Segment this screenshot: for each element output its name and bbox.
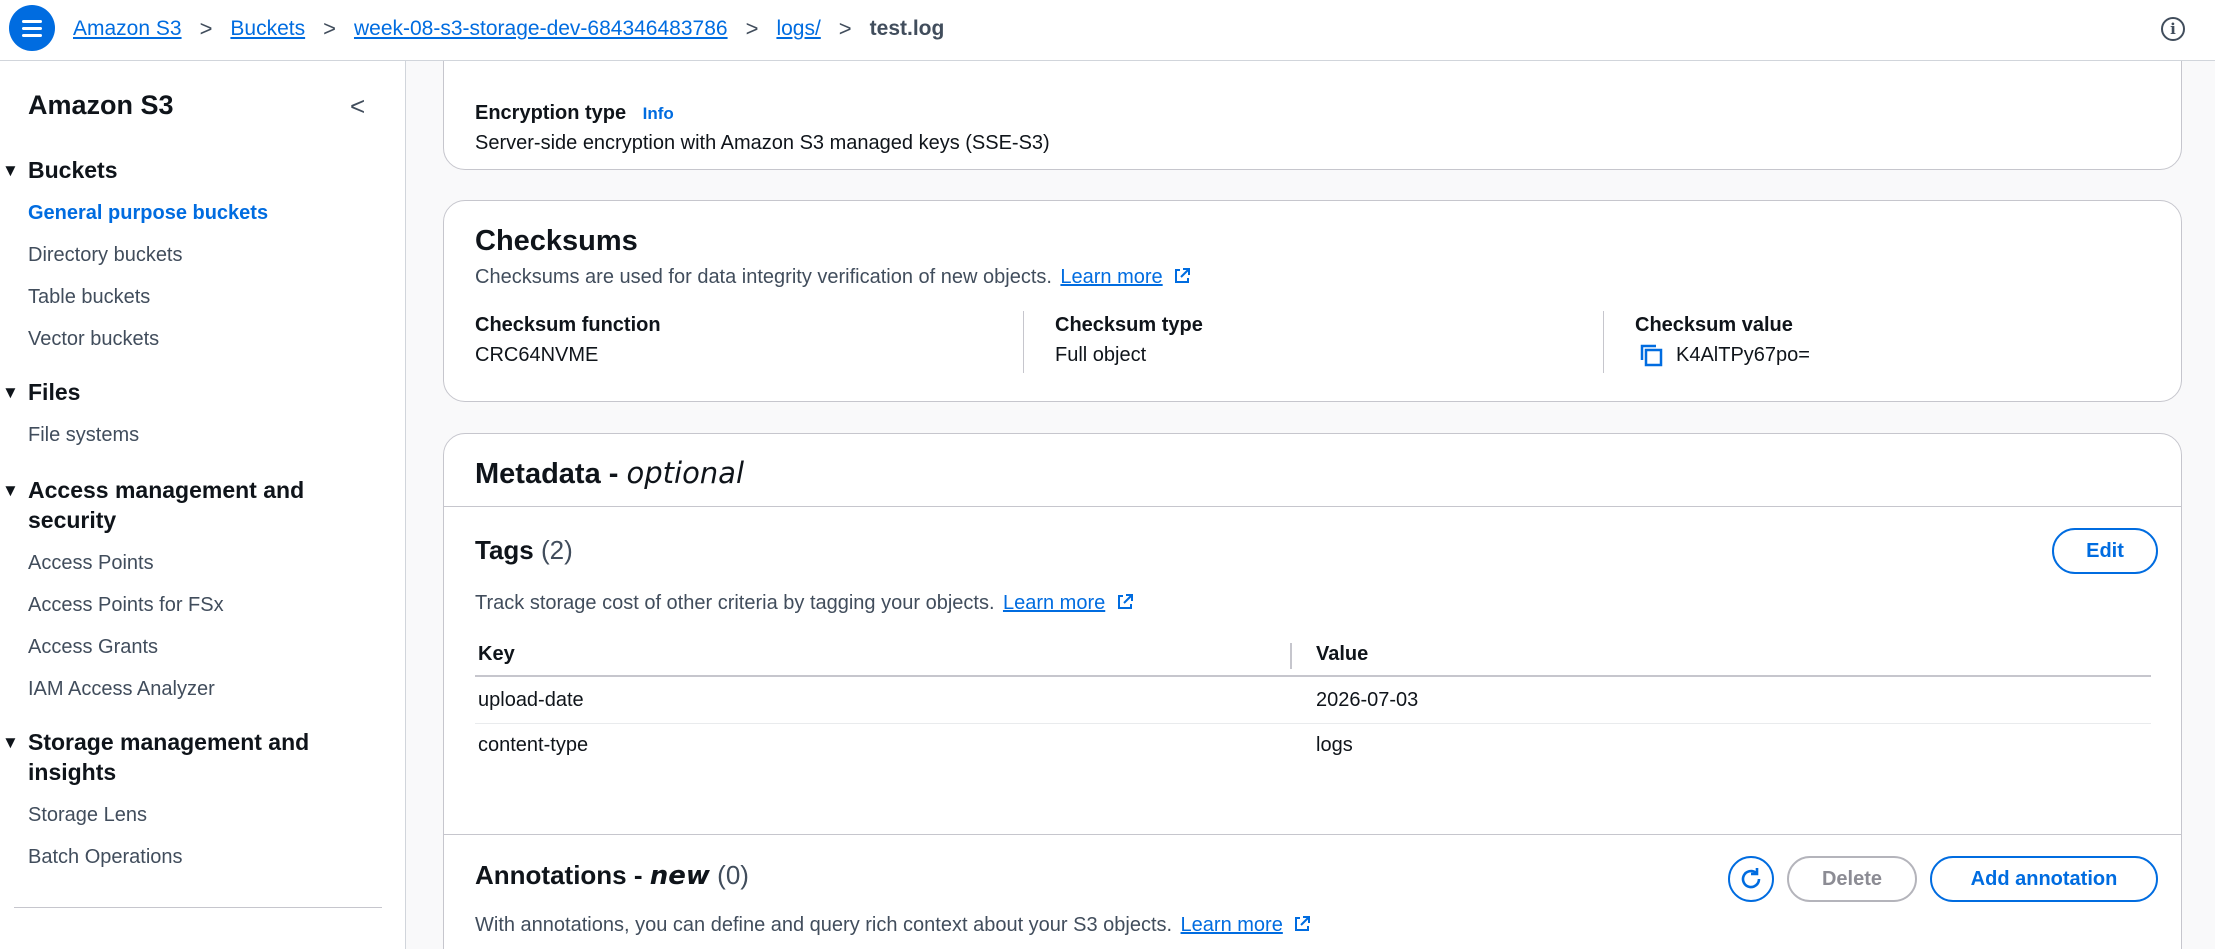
copy-icon[interactable] xyxy=(1638,342,1664,368)
breadcrumb: Amazon S3 > Buckets > week-08-s3-storage… xyxy=(73,16,944,42)
checksum-function-value: CRC64NVME xyxy=(475,344,599,366)
external-link-icon xyxy=(1117,594,1133,609)
sidebar-item-access-points-fsx[interactable]: Access Points for FSx xyxy=(28,594,224,617)
main-content: Encryption type Info Server-side encrypt… xyxy=(407,61,2215,949)
sidebar-item-vector-buckets[interactable]: Vector buckets xyxy=(28,328,159,351)
breadcrumb-current: test.log xyxy=(869,17,945,40)
sidebar: Amazon S3 < ▼ Buckets General purpose buc… xyxy=(0,61,406,949)
chevron-right-icon: > xyxy=(838,16,852,41)
table-row: content-type logs xyxy=(475,724,2151,769)
tags-title: Tags (2) xyxy=(475,535,573,565)
tags-learn-more-link[interactable]: Learn more xyxy=(1003,592,1105,614)
tag-key: content-type xyxy=(478,734,589,756)
top-breadcrumb-bar: Amazon S3 > Buckets > week-08-s3-storage… xyxy=(0,0,2215,61)
chevron-right-icon: > xyxy=(323,16,336,41)
sidebar-section-access-management[interactable]: ▼ Access management and security xyxy=(0,475,348,535)
caret-down-icon: ▼ xyxy=(2,383,19,402)
metadata-card: Metadata - optional Tags (2) Edit Track … xyxy=(443,433,2182,949)
caret-down-icon: ▼ xyxy=(2,161,19,180)
section-divider xyxy=(444,506,2181,507)
caret-down-icon: ▼ xyxy=(2,733,19,752)
sidebar-item-storage-lens[interactable]: Storage Lens xyxy=(28,804,147,827)
sidebar-item-general-purpose-buckets[interactable]: General purpose buckets xyxy=(28,202,268,225)
annotations-title: Annotations - new (0) xyxy=(475,860,749,891)
checksums-description: Checksums are used for data integrity ve… xyxy=(475,266,1052,288)
encryption-type-label: Encryption type xyxy=(475,102,627,124)
section-divider xyxy=(444,834,2181,835)
checksum-value: K4AlTPy67po= xyxy=(1676,343,1810,366)
info-icon[interactable]: i xyxy=(2161,17,2185,41)
sidebar-item-directory-buckets[interactable]: Directory buckets xyxy=(28,244,183,267)
metadata-title: Metadata - optional xyxy=(475,456,745,490)
column-header-key: Key xyxy=(478,643,515,665)
breadcrumb-bucket-name[interactable]: week-08-s3-storage-dev-684346483786 xyxy=(354,17,728,41)
tag-key: upload-date xyxy=(478,689,584,711)
tag-value: logs xyxy=(1316,734,1353,756)
sidebar-item-access-points[interactable]: Access Points xyxy=(28,552,154,575)
external-link-icon xyxy=(1295,916,1311,931)
chevron-right-icon: > xyxy=(745,16,759,41)
caret-down-icon: ▼ xyxy=(2,481,19,500)
sidebar-item-table-buckets[interactable]: Table buckets xyxy=(28,286,150,309)
refresh-button[interactable] xyxy=(1728,856,1774,902)
checksums-title: Checksums xyxy=(475,225,638,257)
checksums-learn-more-link[interactable]: Learn more xyxy=(1060,266,1162,288)
annotations-description: With annotations, you can define and que… xyxy=(475,914,1173,936)
breadcrumb-logs[interactable]: logs/ xyxy=(776,17,820,41)
checksum-type-value: Full object xyxy=(1055,344,1147,366)
annotations-learn-more-link[interactable]: Learn more xyxy=(1181,914,1283,936)
sidebar-item-iam-access-analyzer[interactable]: IAM Access Analyzer xyxy=(28,678,215,701)
sidebar-divider xyxy=(14,907,382,908)
encryption-info-link[interactable]: Info xyxy=(643,104,674,123)
column-divider xyxy=(1023,311,1024,373)
external-link-icon xyxy=(1175,268,1191,283)
breadcrumb-buckets[interactable]: Buckets xyxy=(230,17,305,41)
checksum-type-label: Checksum type xyxy=(1055,314,1203,336)
breadcrumb-amazon-s3[interactable]: Amazon S3 xyxy=(73,17,182,41)
column-header-value: Value xyxy=(1316,643,1369,665)
sidebar-title: Amazon S3 xyxy=(28,90,174,120)
chevron-right-icon: > xyxy=(199,16,213,41)
sidebar-section-buckets[interactable]: ▼ Buckets xyxy=(0,155,348,186)
tag-value: 2026-07-03 xyxy=(1316,689,1419,711)
tags-description: Track storage cost of other criteria by … xyxy=(475,592,995,614)
table-row: upload-date 2026-07-03 xyxy=(475,679,2151,724)
sidebar-item-access-grants[interactable]: Access Grants xyxy=(28,636,158,659)
sidebar-item-batch-operations[interactable]: Batch Operations xyxy=(28,846,183,869)
edit-tags-button[interactable]: Edit xyxy=(2052,528,2158,574)
checksums-card: Checksums Checksums are used for data in… xyxy=(443,200,2182,402)
encryption-card: Encryption type Info Server-side encrypt… xyxy=(443,61,2182,170)
collapse-sidebar-icon[interactable]: < xyxy=(350,91,365,122)
table-header: Key Value xyxy=(475,633,2151,677)
encryption-type-value: Server-side encryption with Amazon S3 ma… xyxy=(475,132,1050,154)
sidebar-section-storage-management[interactable]: ▼ Storage management and insights xyxy=(0,727,348,787)
add-annotation-button[interactable]: Add annotation xyxy=(1930,856,2158,902)
checksum-function-label: Checksum function xyxy=(475,314,661,336)
sidebar-item-file-systems[interactable]: File systems xyxy=(28,424,139,447)
checksum-value-label: Checksum value xyxy=(1635,314,1793,336)
menu-icon[interactable] xyxy=(9,5,55,51)
sidebar-section-files[interactable]: ▼ Files xyxy=(0,377,348,408)
column-divider xyxy=(1603,311,1604,373)
refresh-icon xyxy=(1741,868,1761,889)
tags-table: Key Value upload-date 2026-07-03 content… xyxy=(475,633,2151,773)
delete-annotation-button[interactable]: Delete xyxy=(1787,856,1917,902)
